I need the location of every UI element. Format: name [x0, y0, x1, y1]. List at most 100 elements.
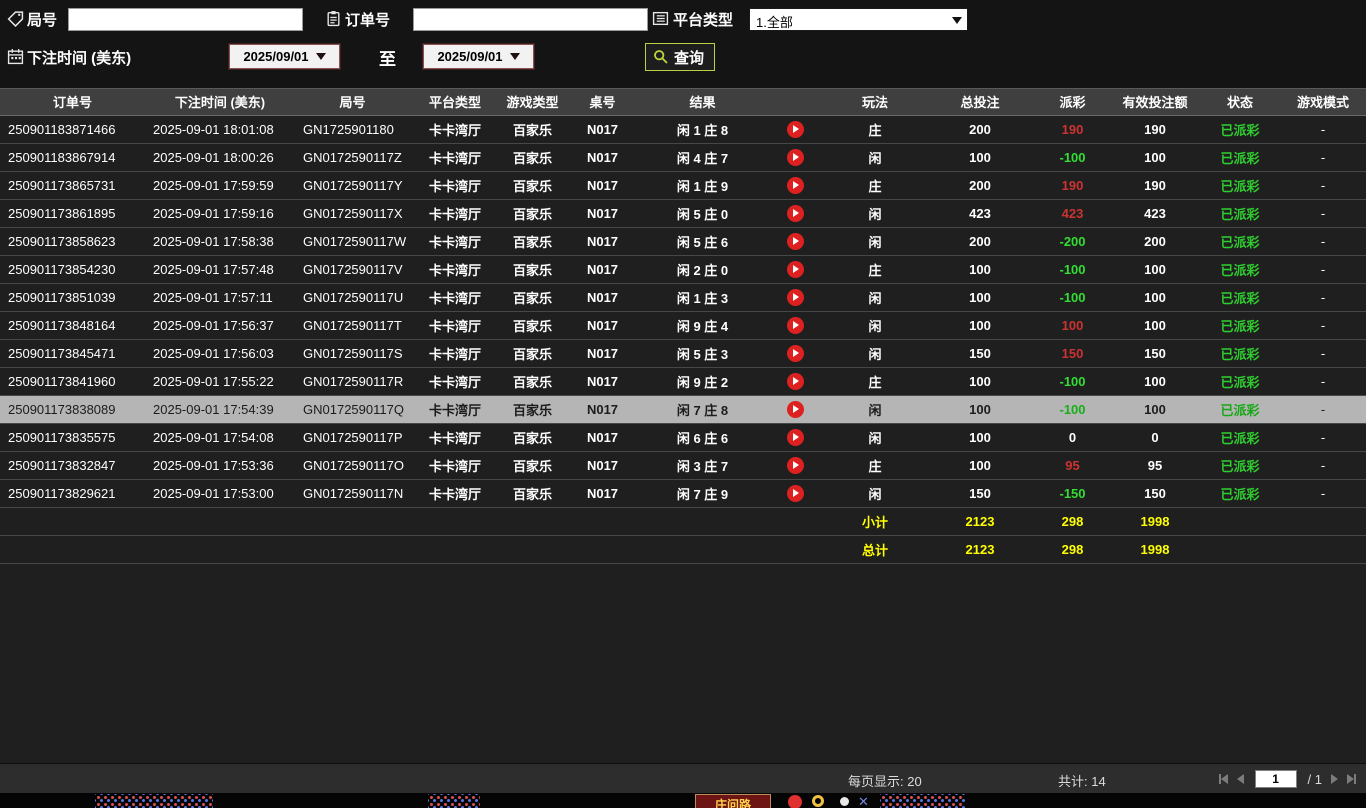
game-type: 百家乐 [500, 339, 565, 368]
valid-bet: 423 [1110, 199, 1200, 228]
status-badge: 已派彩 [1200, 423, 1280, 452]
date-to-picker[interactable]: 2025/09/01 [423, 44, 534, 69]
order-input[interactable] [413, 8, 648, 31]
table-row[interactable]: 250901173858623 2025-09-01 17:58:38 GN0172… [0, 227, 1366, 256]
total-bet: 100 [925, 143, 1035, 172]
table-row[interactable]: 250901173838089 2025-09-01 17:54:39 GN0172… [0, 395, 1366, 424]
table-row[interactable]: 250901173851039 2025-09-01 17:57:11 GN0172… [0, 283, 1366, 312]
order-number: 250901173835575 [0, 423, 145, 452]
next-page-button[interactable] [1331, 774, 1338, 784]
replay-icon[interactable] [786, 288, 804, 306]
play-type: 闲 [825, 423, 925, 452]
summary-payout: 298 [1035, 507, 1110, 536]
platform-type: 卡卡湾厅 [410, 451, 500, 480]
order-number: 250901173829621 [0, 479, 145, 508]
summary-payout: 298 [1035, 535, 1110, 564]
game-mode: - [1280, 395, 1366, 424]
game-type: 百家乐 [500, 367, 565, 396]
play-type: 闲 [825, 311, 925, 340]
table-row[interactable]: 250901173854230 2025-09-01 17:57:48 GN0172… [0, 255, 1366, 284]
payout: -150 [1035, 479, 1110, 508]
replay-icon[interactable] [786, 232, 804, 250]
platform-type: 卡卡湾厅 [410, 479, 500, 508]
table-row[interactable]: 250901173835575 2025-09-01 17:54:08 GN0172… [0, 423, 1366, 452]
replay [765, 339, 825, 368]
replay-icon[interactable] [786, 120, 804, 138]
platform-type: 卡卡湾厅 [410, 143, 500, 172]
query-button-label: 查询 [674, 49, 705, 67]
replay-icon[interactable] [786, 260, 804, 278]
replay-icon[interactable] [786, 372, 804, 390]
bet-time: 2025-09-01 17:56:37 [145, 311, 295, 340]
result: 闲 7 庄 8 [640, 395, 765, 424]
game-type: 百家乐 [500, 255, 565, 284]
replay-icon[interactable] [786, 204, 804, 222]
platform-type: 卡卡湾厅 [410, 171, 500, 200]
round-input[interactable] [68, 8, 303, 31]
prev-page-button[interactable] [1236, 774, 1244, 784]
platform-type-select[interactable]: 1.全部 [749, 8, 968, 31]
replay-icon[interactable] [786, 456, 804, 474]
column-header: 平台类型 [410, 89, 500, 116]
replay-icon[interactable] [786, 400, 804, 418]
total-bet: 100 [925, 283, 1035, 312]
list-icon [652, 10, 669, 27]
column-header: 局号 [295, 89, 410, 116]
last-page-button[interactable] [1347, 774, 1356, 784]
game-type: 百家乐 [500, 171, 565, 200]
round-number: GN0172590117T [295, 311, 410, 340]
first-page-button[interactable] [1218, 774, 1228, 784]
replay-icon[interactable] [786, 344, 804, 362]
query-button[interactable]: 查询 [645, 43, 716, 71]
replay [765, 171, 825, 200]
total-bet: 150 [925, 339, 1035, 368]
status-badge: 已派彩 [1200, 479, 1280, 508]
round-label: 局号 [27, 12, 58, 29]
play-type: 庄 [825, 255, 925, 284]
date-from-picker[interactable]: 2025/09/01 [229, 44, 340, 69]
total-bet: 423 [925, 199, 1035, 228]
order-number: 250901173838089 [0, 395, 145, 424]
replay [765, 115, 825, 144]
order-number: 250901173851039 [0, 283, 145, 312]
table-row[interactable]: 250901173832847 2025-09-01 17:53:36 GN0172… [0, 451, 1366, 480]
status-badge: 已派彩 [1200, 451, 1280, 480]
column-header: 派彩 [1035, 89, 1110, 116]
table-row[interactable]: 250901183867914 2025-09-01 18:00:26 GN0172… [0, 143, 1366, 172]
page-number-input[interactable] [1254, 770, 1297, 788]
valid-bet: 100 [1110, 255, 1200, 284]
order-number: 250901183867914 [0, 143, 145, 172]
order-number: 250901173861895 [0, 199, 145, 228]
column-header [765, 89, 825, 116]
table-row[interactable]: 250901173848164 2025-09-01 17:56:37 GN0172… [0, 311, 1366, 340]
result: 闲 3 庄 7 [640, 451, 765, 480]
column-header: 总投注 [925, 89, 1035, 116]
app-root: 局号 订单号 平台类型 1.全部 下注时间 (美东) 2025/09/01 至 … [0, 0, 1366, 808]
table-row[interactable]: 250901173861895 2025-09-01 17:59:16 GN0172… [0, 199, 1366, 228]
bet-time: 2025-09-01 17:54:08 [145, 423, 295, 452]
payout: 95 [1035, 451, 1110, 480]
platform-type: 卡卡湾厅 [410, 255, 500, 284]
banker-road-button-fragment: 庄问路 [695, 794, 771, 808]
table-row[interactable]: 250901183871466 2025-09-01 18:01:08 GN1725… [0, 115, 1366, 144]
replay-icon[interactable] [786, 428, 804, 446]
table-row[interactable]: 250901173865731 2025-09-01 17:59:59 GN0172… [0, 171, 1366, 200]
platform-type-label: 平台类型 [673, 12, 734, 29]
column-header: 下注时间 (美东) [145, 89, 295, 116]
chevron-down-icon [952, 17, 962, 24]
replay-icon[interactable] [786, 316, 804, 334]
column-header: 结果 [640, 89, 765, 116]
table-row[interactable]: 250901173845471 2025-09-01 17:56:03 GN0172… [0, 339, 1366, 368]
round-number: GN0172590117Y [295, 171, 410, 200]
replay-icon[interactable] [786, 176, 804, 194]
replay-icon[interactable] [786, 148, 804, 166]
round-number: GN0172590117W [295, 227, 410, 256]
column-header: 订单号 [0, 89, 145, 116]
table-row[interactable]: 250901173829621 2025-09-01 17:53:00 GN0172… [0, 479, 1366, 508]
column-header: 桌号 [565, 89, 640, 116]
platform-type: 卡卡湾厅 [410, 367, 500, 396]
valid-bet: 150 [1110, 339, 1200, 368]
replay [765, 255, 825, 284]
table-row[interactable]: 250901173841960 2025-09-01 17:55:22 GN0172… [0, 367, 1366, 396]
replay-icon[interactable] [786, 484, 804, 502]
